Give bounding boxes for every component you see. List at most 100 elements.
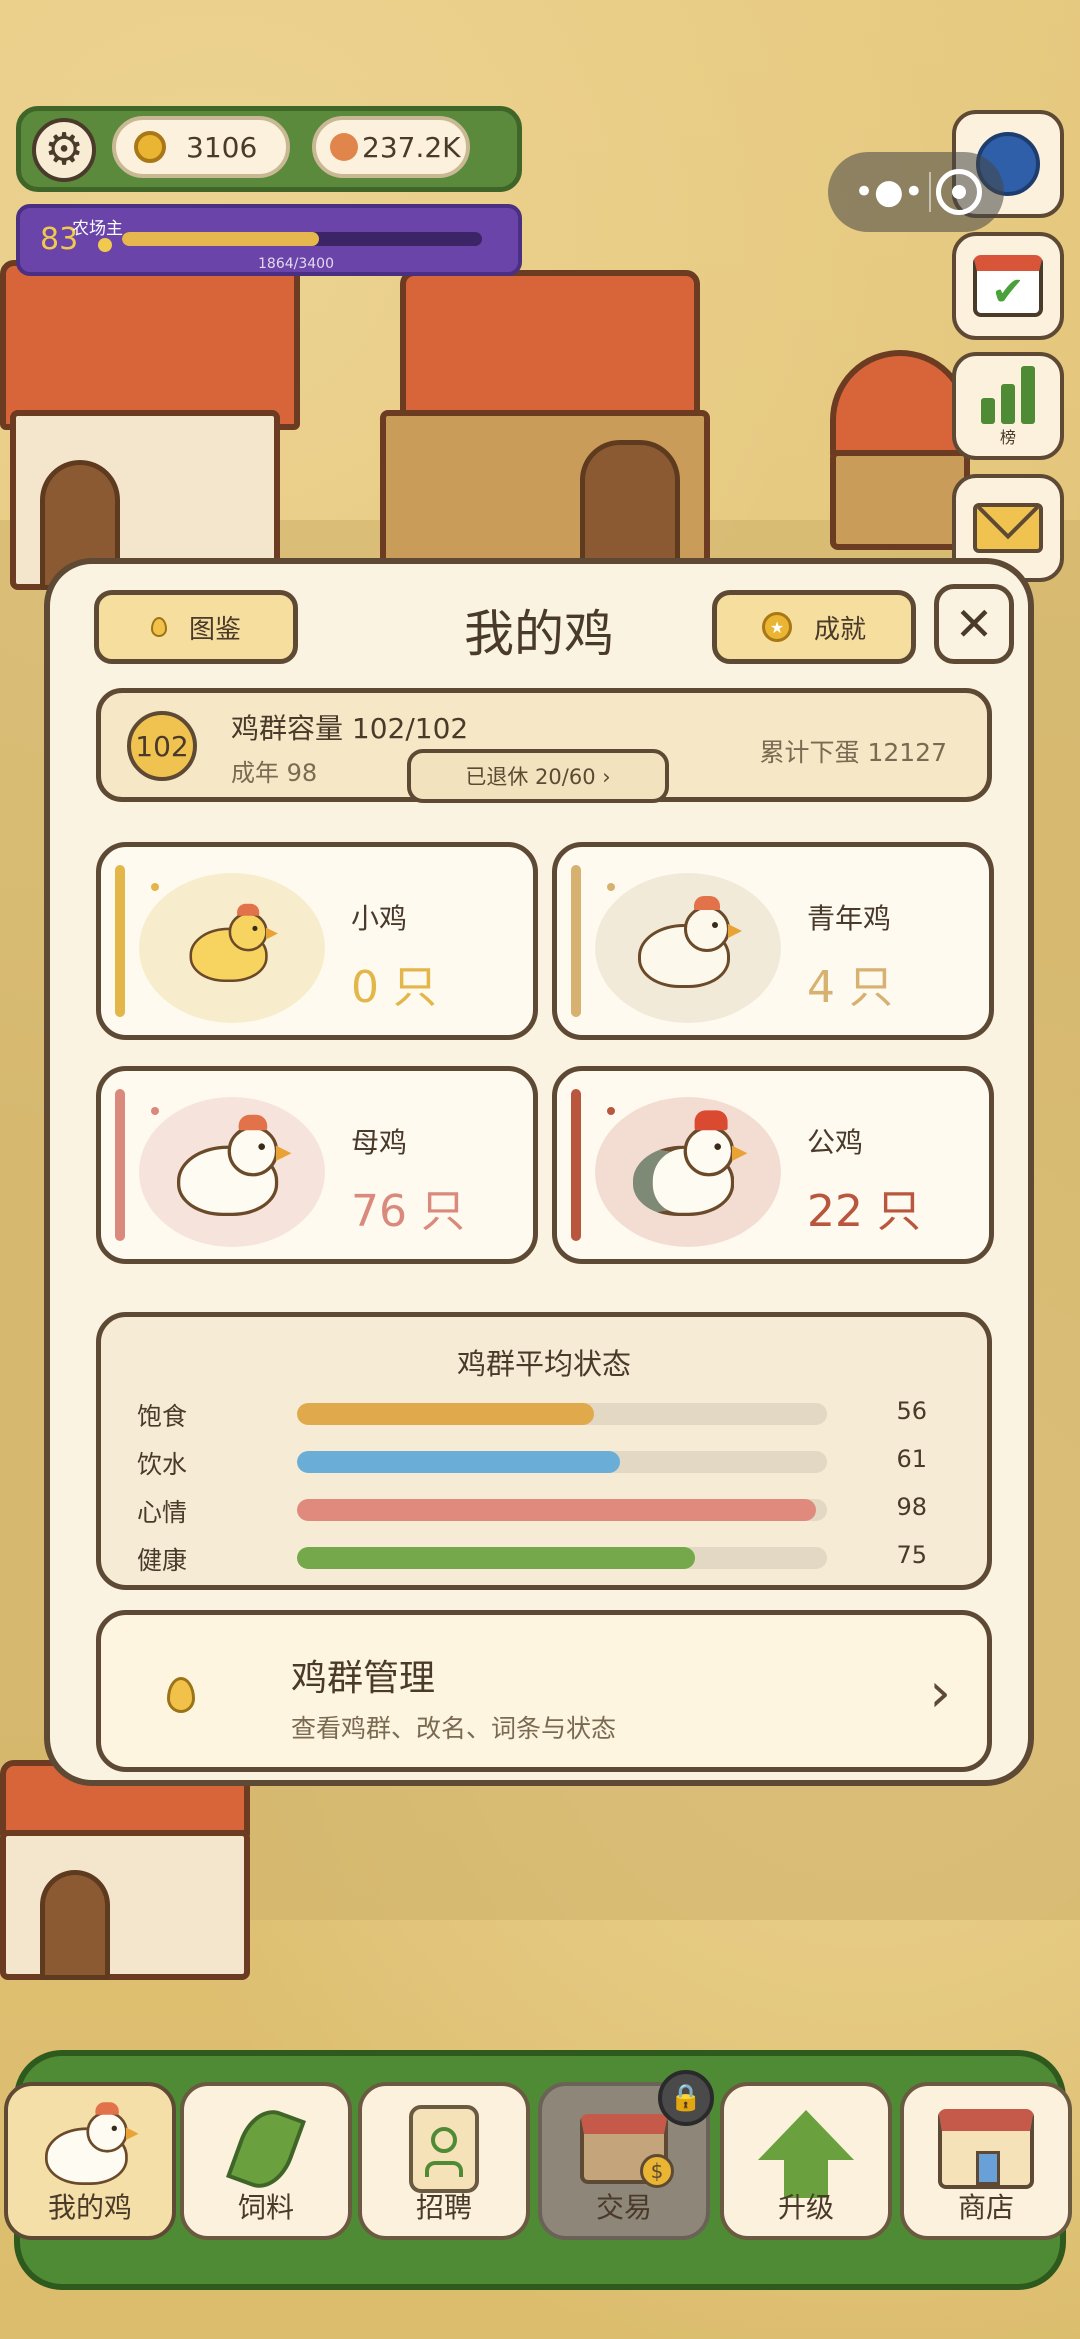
- chevron-right-icon: ›: [929, 1661, 951, 1724]
- arrow-up-icon: [724, 2104, 888, 2198]
- flock-status-panel: 鸡群平均状态 饱食 56 饮水 61 心情 98 健康 75: [96, 1312, 992, 1590]
- card-count: 4 只: [807, 962, 893, 1013]
- rooster-portrait: [595, 1097, 781, 1247]
- card-stripe: [115, 1089, 125, 1241]
- decor-dot: [151, 1107, 159, 1115]
- young-chicken-portrait: [595, 873, 781, 1023]
- mail-icon: [973, 503, 1043, 553]
- card-count: 0 只: [351, 962, 437, 1013]
- status-label: 饮水: [137, 1450, 188, 1479]
- decor-dot: [607, 883, 615, 891]
- miniprogram-capsule[interactable]: •●•: [828, 152, 1004, 232]
- star-coin-icon: ★: [761, 612, 792, 642]
- close-target-icon: [936, 169, 982, 215]
- chick-portrait: [139, 873, 325, 1023]
- status-row-health: 健康 75: [137, 1541, 957, 1575]
- decor-dot: [607, 1107, 615, 1115]
- status-row-satiety: 饱食 56: [137, 1397, 957, 1431]
- status-fill: [297, 1403, 594, 1425]
- calendar-button[interactable]: ✔: [952, 232, 1064, 340]
- hen-icon: [177, 1114, 292, 1218]
- nav-label: 饲料: [237, 2191, 294, 2224]
- farmhouse-bottom: [0, 1760, 270, 1980]
- xp-text: 1864/3400: [258, 256, 334, 272]
- achievement-label: 成就: [813, 614, 866, 645]
- gear-icon[interactable]: ⚙: [32, 118, 96, 182]
- card-name: 母鸡: [351, 1126, 408, 1159]
- golden-egg-icon: [167, 1677, 195, 1713]
- my-chickens-modal: 图鉴 我的鸡 ★ 成就 ✕ 102 鸡群容量 102/102 成年 98 已退休…: [44, 558, 1034, 1786]
- farmhouse-left: [0, 260, 300, 590]
- card-name: 青年鸡: [807, 902, 892, 935]
- card-stripe: [571, 1089, 581, 1241]
- capsule-divider: [928, 172, 931, 212]
- rooster-icon: [633, 1110, 748, 1218]
- card-name: 公鸡: [807, 1126, 864, 1159]
- capacity-panel: 102 鸡群容量 102/102 成年 98 已退休 20/60 › 累计下蛋 …: [96, 688, 992, 803]
- hen-portrait: [139, 1097, 325, 1247]
- status-label: 饱食: [137, 1402, 188, 1431]
- status-value: 98: [896, 1493, 927, 1521]
- hen-card[interactable]: 母鸡 76 只: [96, 1066, 538, 1264]
- calendar-check-icon: ✔: [973, 255, 1043, 317]
- level-bar[interactable]: 83 农场主 1864/3400: [16, 204, 522, 276]
- retired-button[interactable]: 已退休 20/60 ›: [407, 749, 669, 803]
- card-name: 小鸡: [351, 902, 408, 935]
- xp-track: [122, 232, 482, 246]
- manage-title: 鸡群管理: [291, 1658, 436, 1699]
- coin-amount: 3106: [186, 130, 258, 164]
- coop-center: [360, 270, 720, 570]
- status-label: 健康: [137, 1546, 188, 1575]
- nav-trade[interactable]: $ 交易 🔒: [538, 2070, 714, 2240]
- status-track: [297, 1547, 827, 1569]
- card-count: 76 只: [351, 1186, 465, 1237]
- achievement-button[interactable]: ★ 成就: [712, 590, 916, 664]
- capacity-title: 鸡群容量 102/102: [231, 712, 469, 745]
- bar-chart-icon: [981, 364, 1035, 424]
- status-value: 56: [896, 1397, 927, 1425]
- young-chicken-icon: [638, 896, 742, 990]
- nav-label: 交易: [595, 2191, 652, 2224]
- status-row-mood: 心情 98: [137, 1493, 957, 1527]
- lock-icon: 🔒: [658, 2070, 714, 2126]
- card-stripe: [115, 865, 125, 1017]
- flock-management-button[interactable]: 鸡群管理 查看鸡群、改名、词条与状态 ›: [96, 1610, 992, 1772]
- orb-counter[interactable]: 237.2K: [312, 116, 470, 178]
- status-fill: [297, 1499, 817, 1521]
- nav-label: 招聘: [415, 2191, 472, 2224]
- nav-recruit[interactable]: 招聘: [358, 2082, 530, 2240]
- orb-amount: 237.2K: [362, 130, 461, 164]
- more-dots-icon: •●•: [854, 172, 924, 212]
- nav-feed[interactable]: 饲料: [180, 2082, 352, 2240]
- chick-card[interactable]: 小鸡 0 只: [96, 842, 538, 1040]
- young-chicken-card[interactable]: 青年鸡 4 只: [552, 842, 994, 1040]
- manage-subtitle: 查看鸡群、改名、词条与状态: [291, 1714, 617, 1743]
- nav-my-chickens[interactable]: 我的鸡: [4, 2082, 176, 2240]
- leaf-icon: [184, 2101, 348, 2197]
- total-eggs: 累计下蛋 12127: [759, 738, 947, 767]
- status-title: 鸡群平均状态: [456, 1347, 631, 1381]
- capacity-badge: 102: [127, 711, 197, 781]
- card-stripe: [571, 865, 581, 1017]
- coin-icon: [134, 131, 166, 163]
- decor-dot: [151, 883, 159, 891]
- coin-counter[interactable]: 3106: [112, 116, 290, 178]
- level-dot-icon: [98, 238, 112, 252]
- nav-upgrade[interactable]: 升级: [720, 2082, 892, 2240]
- status-value: 75: [896, 1541, 927, 1569]
- rooster-card[interactable]: 公鸡 22 只: [552, 1066, 994, 1264]
- leaderboard-button[interactable]: 榜: [952, 352, 1064, 460]
- status-label: 心情: [137, 1498, 188, 1527]
- status-track: [297, 1451, 827, 1473]
- nav-label: 升级: [777, 2191, 834, 2224]
- status-value: 61: [896, 1445, 927, 1473]
- status-track: [297, 1403, 827, 1425]
- close-icon: ✕: [954, 597, 994, 651]
- chicken-icon: [8, 2102, 172, 2194]
- nav-store[interactable]: 商店: [900, 2082, 1072, 2240]
- status-fill: [297, 1547, 695, 1569]
- chick-icon: [189, 903, 278, 983]
- leaderboard-label: 榜: [999, 428, 1016, 447]
- rank-title: 农场主: [72, 219, 123, 239]
- close-button[interactable]: ✕: [934, 584, 1014, 664]
